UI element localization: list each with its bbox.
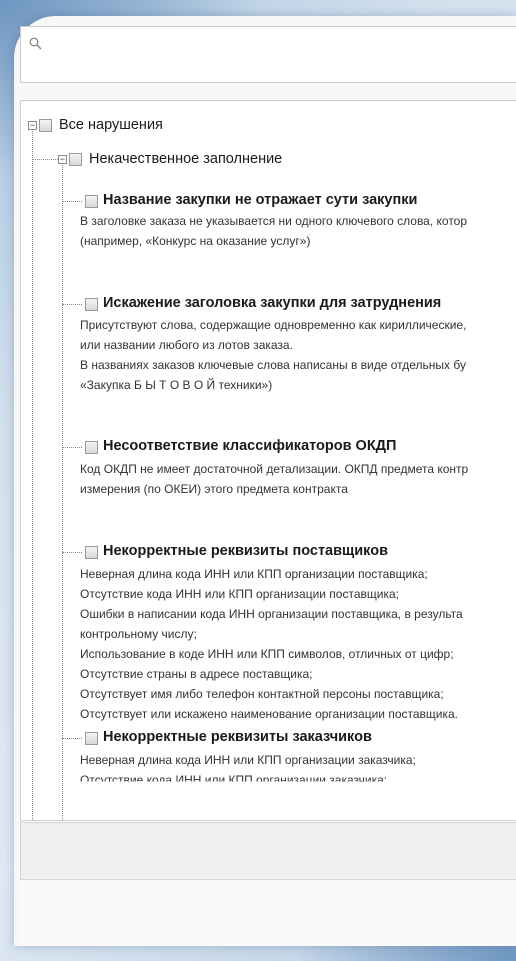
tree-guide-line <box>62 201 82 202</box>
group-checkbox[interactable] <box>69 153 82 166</box>
tree-guide-line <box>62 304 82 305</box>
root-checkbox[interactable] <box>39 119 52 132</box>
item-description-line: или названии любого из лотов заказа. <box>80 338 293 352</box>
item-title: Некорректные реквизиты заказчиков <box>103 729 372 745</box>
item-description-line: Код ОКДП не имеет достаточной детализаци… <box>80 462 469 476</box>
item-description-line: Присутствуют слова, содержащие одновреме… <box>80 318 467 332</box>
item-checkbox[interactable] <box>85 441 98 454</box>
group-label: Некачественное заполнение <box>89 151 283 167</box>
item-description-line: Отсутствие кода ИНН или КПП организации … <box>80 587 399 601</box>
tree-guide-line <box>32 159 58 160</box>
tree-guide-line <box>62 163 63 820</box>
tree-guide-line <box>62 738 82 739</box>
item-title: Несоответствие классификаторов ОКДП <box>103 438 397 454</box>
item-description-line: Неверная длина кода ИНН или КПП организа… <box>80 567 428 581</box>
item-description-line: (например, «Конкурс на оказание услуг») <box>80 234 311 248</box>
item-description-line: В заголовке заказа не указывается ни одн… <box>80 214 468 228</box>
item-description-line: Отсутствие страны в адресе поставщика; <box>80 667 313 681</box>
item-checkbox[interactable] <box>85 298 98 311</box>
item-checkbox[interactable] <box>85 732 98 745</box>
item-title: Некорректные реквизиты поставщиков <box>103 543 389 559</box>
item-checkbox[interactable] <box>85 195 98 208</box>
tree-guide-line <box>32 129 33 820</box>
item-description-line: контрольному числу; <box>80 627 197 641</box>
item-description-line: Ошибки в написании кода ИНН организации … <box>80 607 463 621</box>
item-description-line: Неверная длина кода ИНН или КПП организа… <box>80 753 416 767</box>
item-description-line: Отсутствует имя либо телефон контактной … <box>80 687 444 701</box>
collapse-group-icon[interactable]: − <box>58 155 67 164</box>
item-description-line: Отсутствует или искажено наименование ор… <box>80 707 459 721</box>
item-description-line: измерения (по ОКЕИ) этого предмета контр… <box>80 482 348 496</box>
item-description-line: Отсутствие кода ИНН или КПП организации … <box>80 773 388 787</box>
item-title: Искажение заголовка закупки для затрудне… <box>103 295 442 311</box>
root-label: Все нарушения <box>59 117 163 133</box>
tree-guide-line <box>62 552 82 553</box>
item-checkbox[interactable] <box>85 546 98 559</box>
item-description-line: «Закупка Б Ы Т О В О Й техники») <box>80 378 273 392</box>
tree-guide-line <box>62 447 82 448</box>
item-description-line: В названиях заказов ключевые слова напис… <box>80 358 466 372</box>
item-title: Название закупки не отражает сути закупк… <box>103 192 418 208</box>
search-icon <box>29 37 42 50</box>
search-box[interactable] <box>20 26 516 84</box>
item-description-line: Использование в коде ИНН или КПП символо… <box>80 647 454 661</box>
status-bar <box>20 822 516 880</box>
collapse-root-icon[interactable]: − <box>28 121 37 130</box>
search-input[interactable] <box>49 27 516 84</box>
violations-tree[interactable]: − Все нарушения − Некачественное заполне… <box>20 100 516 821</box>
bottom-area <box>20 880 516 946</box>
